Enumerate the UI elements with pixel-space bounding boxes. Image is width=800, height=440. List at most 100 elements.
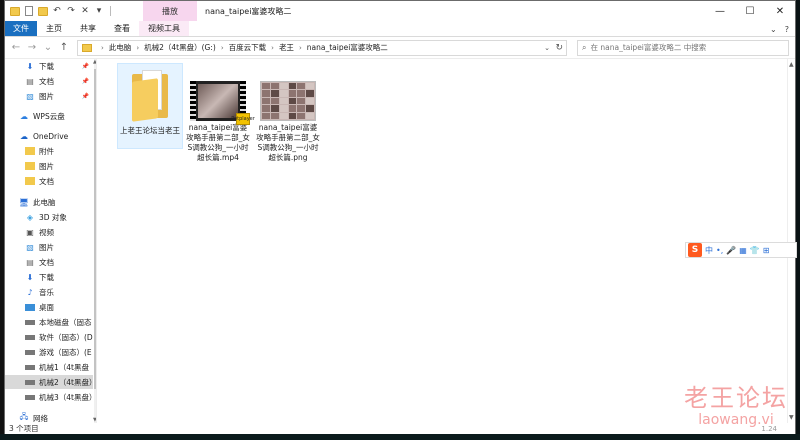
file-item-video[interactable]: Potplayer nana_taipei富婆攻略手册第二部_女S调教公狗_一小… — [185, 63, 255, 171]
ime-voice-icon[interactable]: 🎤 — [726, 246, 736, 255]
drive-icon — [25, 318, 35, 327]
sidebar-item-label: OneDrive — [33, 131, 69, 141]
drive-icon — [25, 363, 35, 372]
sidebar-item-label: WPS云盘 — [33, 111, 65, 121]
minimize-button[interactable]: — — [705, 1, 735, 21]
image-thumbnail — [260, 81, 316, 121]
file-item-folder[interactable]: 上老王论坛当老王 — [117, 63, 183, 149]
ime-punctuation-icon[interactable]: •, — [716, 246, 723, 255]
sidebar-item-onedrive-pictures[interactable]: 图片 — [5, 159, 93, 173]
quick-access-toolbar: ↶ ↷ ✕ ▾ — [5, 1, 113, 21]
scroll-down-arrow-icon[interactable]: ▼ — [789, 414, 794, 421]
tab-home[interactable]: 主页 — [37, 21, 71, 36]
drive-icon — [25, 378, 35, 387]
sidebar-item-label: 下载 — [39, 61, 54, 71]
breadcrumb-laowang[interactable]: 老王 — [279, 42, 294, 53]
ribbon-tabs: 文件 主页 共享 查看 视频工具 ⌄ ? — [5, 21, 795, 37]
sidebar-item-pictures[interactable]: ▧ 图片 — [5, 240, 93, 254]
potplayer-badge-icon: Potplayer — [231, 113, 255, 125]
sidebar-item-this-pc[interactable]: 🖥 此电脑 — [5, 195, 93, 209]
address-bar[interactable]: › 此电脑 › 机械2（4t黑盘）(G:) › 百度云下载 › 老王 › nan… — [77, 39, 567, 56]
sidebar-item-drive-mech2[interactable]: 机械2（4t黑盘） — [5, 375, 93, 389]
tab-view[interactable]: 查看 — [105, 21, 139, 36]
ribbon-expand-icon[interactable]: ⌄ — [770, 25, 777, 34]
sidebar-item-drive-d[interactable]: 软件（固态）(D — [5, 330, 93, 344]
sidebar-item-label: 机械1（4t黑盘 — [39, 362, 89, 372]
forward-button[interactable]: → — [25, 40, 39, 56]
maximize-button[interactable]: ☐ — [735, 1, 765, 21]
breadcrumb-current-folder[interactable]: nana_taipei富婆攻略二 — [307, 42, 388, 53]
delete-icon[interactable]: ✕ — [80, 6, 90, 16]
breadcrumb-chevron-icon[interactable]: › — [271, 44, 274, 52]
redo-icon[interactable]: ↷ — [66, 6, 76, 16]
new-folder-icon[interactable] — [38, 6, 48, 16]
sogou-logo-icon[interactable]: S — [688, 243, 702, 257]
document-icon: ▤ — [26, 257, 34, 267]
sidebar-item-label: 文档 — [39, 176, 54, 186]
sidebar-item-label: 文档 — [39, 257, 54, 267]
sidebar-item-downloads-pinned[interactable]: ⬇ 下载 📌 — [5, 59, 93, 73]
up-button[interactable]: ↑ — [57, 40, 71, 56]
window-controls: — ☐ ✕ — [705, 1, 795, 21]
breadcrumb-this-pc[interactable]: 此电脑 — [109, 42, 132, 53]
sidebar-item-label: 游戏（固态）(E — [39, 347, 92, 357]
qat-menu-icon[interactable]: ▾ — [94, 6, 104, 16]
undo-icon[interactable]: ↶ — [52, 6, 62, 16]
back-button[interactable]: ← — [9, 40, 23, 56]
sidebar-item-attachments[interactable]: 附件 — [5, 144, 93, 158]
sidebar-item-documents[interactable]: ▤ 文档 — [5, 255, 93, 269]
refresh-icon[interactable]: ↻ — [555, 41, 563, 55]
help-icon[interactable]: ? — [785, 25, 789, 34]
properties-icon[interactable] — [24, 6, 34, 16]
sidebar-item-desktop[interactable]: 桌面 — [5, 300, 93, 314]
drive-icon — [25, 393, 35, 402]
breadcrumb-chevron-icon[interactable]: › — [299, 44, 302, 52]
sidebar-item-videos[interactable]: ▣ 视频 — [5, 225, 93, 239]
ime-chinese-mode[interactable]: 中 — [705, 245, 713, 256]
title-bar: ↶ ↷ ✕ ▾ 播放 nana_taipei富婆攻略二 — ☐ ✕ — [5, 1, 795, 21]
ime-skin-icon[interactable]: 👕 — [750, 246, 760, 255]
sidebar-item-label: 下载 — [39, 272, 54, 282]
recent-locations-button[interactable]: ⌄ — [41, 40, 55, 56]
file-explorer-window: ↶ ↷ ✕ ▾ 播放 nana_taipei富婆攻略二 — ☐ ✕ 文件 主页 … — [4, 0, 796, 434]
sidebar-item-documents-pinned[interactable]: ▤ 文档 📌 — [5, 74, 93, 88]
breadcrumb-chevron-icon[interactable]: › — [101, 44, 104, 52]
sidebar-item-pictures-pinned[interactable]: ▧ 图片 📌 — [5, 89, 93, 103]
close-button[interactable]: ✕ — [765, 1, 795, 21]
sidebar-item-label: 图片 — [39, 91, 54, 101]
search-input[interactable] — [590, 43, 781, 52]
sidebar-item-onedrive[interactable]: ☁ OneDrive — [5, 129, 93, 143]
ime-toolbox-icon[interactable]: ⊞ — [763, 246, 770, 255]
status-bar: 3 个项目 1.24 — [5, 423, 795, 434]
sidebar-item-network[interactable]: 🖧 网络 — [5, 411, 93, 423]
video-thumbnail: Potplayer — [190, 81, 255, 125]
context-tab-play[interactable]: 播放 — [143, 1, 197, 21]
tab-video-tools[interactable]: 视频工具 — [139, 21, 189, 36]
sidebar-item-drive-c[interactable]: 本地磁盘（固态 — [5, 315, 93, 329]
sidebar-item-3d-objects[interactable]: ◈ 3D 对象 — [5, 210, 93, 224]
scroll-up-arrow-icon[interactable]: ▲ — [789, 61, 794, 68]
breadcrumb-baidu-download[interactable]: 百度云下载 — [229, 42, 267, 53]
sidebar-item-drive-e[interactable]: 游戏（固态）(E — [5, 345, 93, 359]
pin-icon[interactable]: 📌 — [82, 78, 89, 85]
sidebar-item-downloads[interactable]: ⬇ 下载 — [5, 270, 93, 284]
address-dropdown-icon[interactable]: ⌄ — [544, 41, 550, 55]
search-box[interactable]: ⌕ — [577, 39, 789, 56]
tab-share[interactable]: 共享 — [71, 21, 105, 36]
sidebar-item-onedrive-documents[interactable]: 文档 — [5, 174, 93, 188]
sidebar-item-music[interactable]: ♪ 音乐 — [5, 285, 93, 299]
file-item-image[interactable]: nana_taipei富婆攻略手册第二部_女S调教公狗_一小时超长篇.png — [255, 63, 321, 171]
ime-keyboard-icon[interactable]: ▦ — [739, 246, 747, 255]
breadcrumb-drive-g[interactable]: 机械2（4t黑盘）(G:) — [144, 42, 216, 53]
pin-icon[interactable]: 📌 — [82, 63, 89, 70]
file-view-scrollbar[interactable]: ▲ ▼ — [787, 59, 795, 423]
breadcrumb-chevron-icon[interactable]: › — [221, 44, 224, 52]
drive-icon — [25, 348, 35, 357]
sidebar-item-wps-cloud[interactable]: ☁ WPS云盘 — [5, 109, 93, 123]
pin-icon[interactable]: 📌 — [82, 93, 89, 100]
sidebar-item-drive-mech1[interactable]: 机械1（4t黑盘 — [5, 360, 93, 374]
breadcrumb-chevron-icon[interactable]: › — [136, 44, 139, 52]
folder-icon — [132, 70, 168, 122]
tab-file[interactable]: 文件 — [5, 21, 37, 36]
sidebar-item-drive-mech3[interactable]: 机械3（4t黑盘） — [5, 390, 93, 404]
